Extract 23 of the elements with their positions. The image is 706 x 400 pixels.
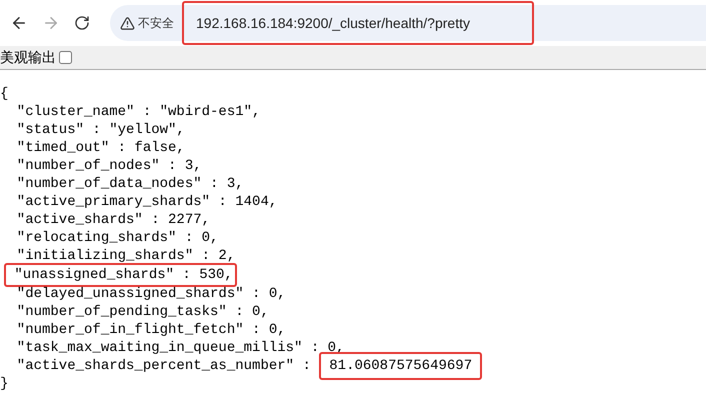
json-line: "active_shards" : 2277, bbox=[16, 211, 210, 229]
json-line: "delayed_unassigned_shards" : 0, bbox=[16, 285, 286, 303]
json-line: "cluster_name" : "wbird-es1", bbox=[16, 103, 260, 121]
json-line: "number_of_nodes" : 3, bbox=[16, 157, 202, 175]
back-icon[interactable] bbox=[10, 14, 28, 32]
json-line: "relocating_shards" : 0, bbox=[16, 229, 218, 247]
reload-icon[interactable] bbox=[74, 15, 90, 31]
json-line: "status" : "yellow", bbox=[16, 121, 185, 139]
json-line: "timed_out" : false, bbox=[16, 139, 185, 157]
json-line: "active_primary_shards" : 1404, bbox=[16, 193, 278, 211]
json-line: } bbox=[0, 375, 8, 393]
url-text: 192.168.16.184:9200/_cluster/health/?pretty bbox=[182, 1, 534, 45]
json-value: 81.06087575649697 bbox=[319, 352, 482, 380]
json-line: "number_of_in_flight_fetch" : 0, bbox=[16, 321, 286, 339]
insecure-label: 不安全 bbox=[138, 15, 174, 32]
pretty-print-checkbox[interactable] bbox=[59, 51, 72, 64]
json-line: { bbox=[0, 85, 8, 103]
json-line: "active_shards_percent_as_number" : bbox=[16, 357, 312, 375]
pretty-print-label: 美观输出 bbox=[0, 48, 56, 67]
json-line: "number_of_data_nodes" : 3, bbox=[16, 175, 244, 193]
json-line: "number_of_pending_tasks" : 0, bbox=[16, 303, 269, 321]
warning-icon bbox=[120, 16, 135, 30]
json-line: "initializing_shards" : 2, bbox=[16, 247, 236, 265]
